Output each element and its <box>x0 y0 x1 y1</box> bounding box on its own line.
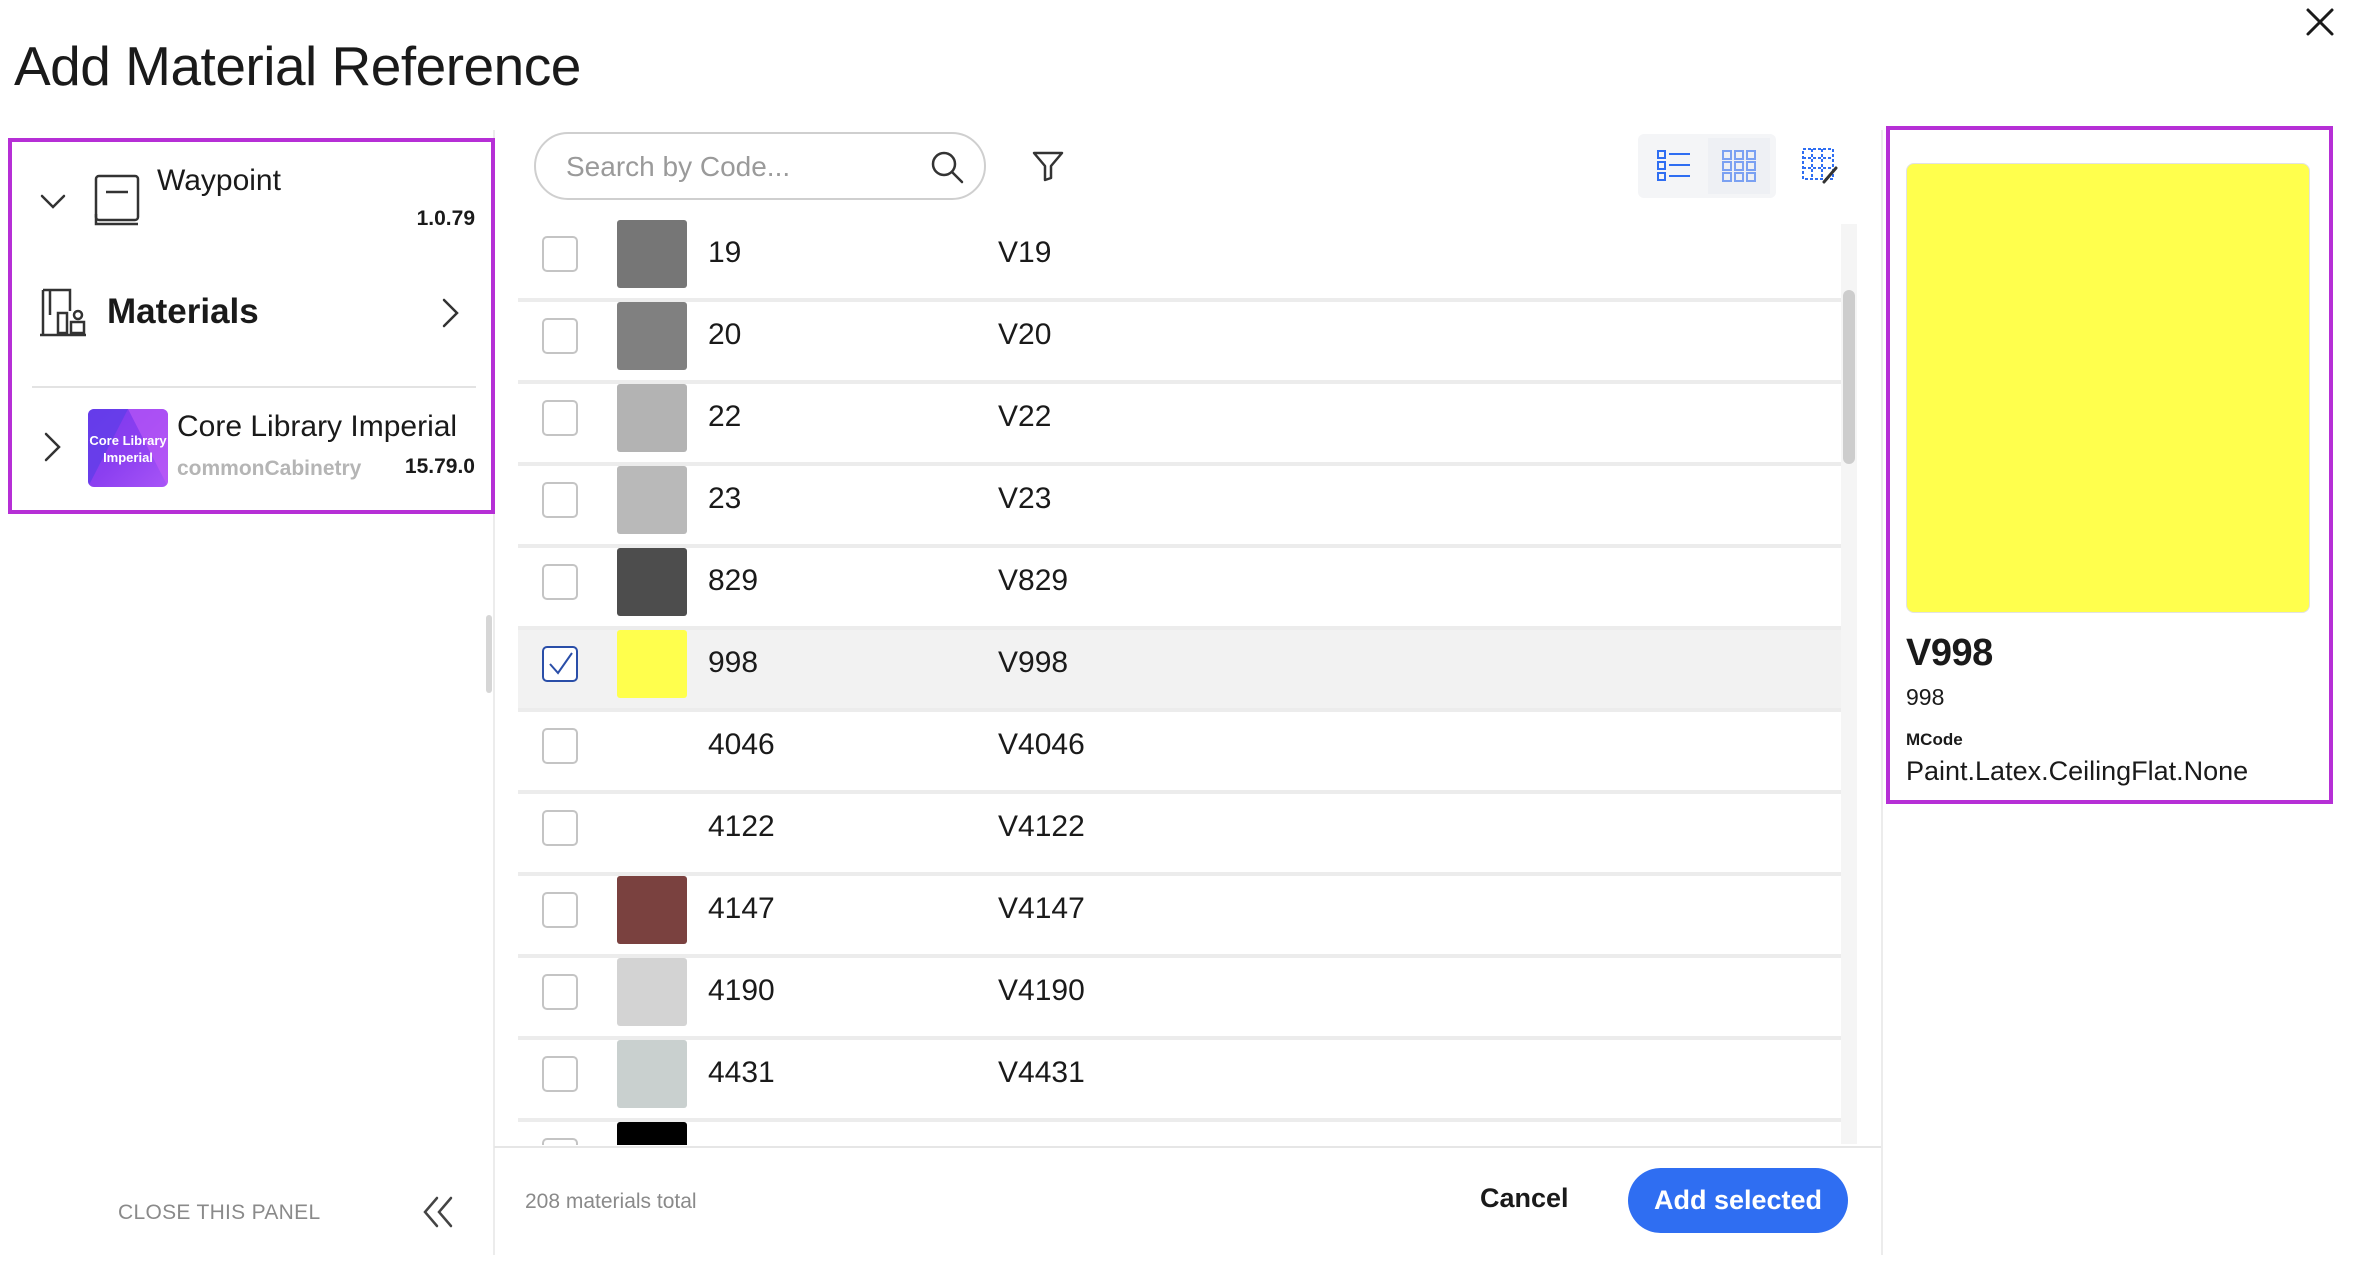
material-code: 23 <box>708 482 742 515</box>
cancel-button[interactable]: Cancel <box>1480 1183 1569 1214</box>
detail-highlight <box>1886 126 2333 804</box>
material-checkbox[interactable] <box>542 318 578 354</box>
material-code: 4046 <box>708 728 775 761</box>
material-vcode: V829 <box>998 564 1069 597</box>
material-row[interactable]: 19 V19 <box>518 220 1841 302</box>
scrollbar-thumb[interactable] <box>1843 290 1855 464</box>
library-highlight <box>8 138 495 514</box>
detail-divider <box>1881 130 1883 1255</box>
search-input[interactable] <box>566 148 906 186</box>
material-row[interactable]: 20 V20 <box>518 302 1841 384</box>
material-vcode: V19 <box>998 236 1052 269</box>
add-selected-button[interactable]: Add selected <box>1628 1168 1848 1233</box>
filter-icon[interactable] <box>1030 148 1066 184</box>
material-row[interactable]: 23 V23 <box>518 466 1841 548</box>
list-view-icon[interactable] <box>1644 138 1706 194</box>
material-row[interactable]: 829 V829 <box>518 548 1841 630</box>
material-code: 4147 <box>708 892 775 925</box>
material-row[interactable]: 4147 V4147 <box>518 876 1841 958</box>
material-checkbox[interactable] <box>542 646 578 682</box>
material-code: 4431 <box>708 1056 775 1089</box>
checkmark-icon <box>549 652 573 675</box>
material-vcode: V4190 <box>998 974 1085 1007</box>
material-checkbox[interactable] <box>542 482 578 518</box>
material-swatch <box>617 1122 687 1145</box>
material-checkbox[interactable] <box>542 810 578 846</box>
search-icon[interactable] <box>928 148 966 186</box>
material-code: 4190 <box>708 974 775 1007</box>
materials-total: 208 materials total <box>525 1190 697 1213</box>
material-swatch <box>617 384 687 452</box>
panel-resize-handle[interactable] <box>486 615 492 693</box>
material-swatch <box>617 794 687 862</box>
double-chevron-left-icon[interactable] <box>420 1194 456 1230</box>
material-row[interactable]: 22 V22 <box>518 384 1841 466</box>
material-vcode: V4147 <box>998 892 1085 925</box>
material-checkbox[interactable] <box>542 564 578 600</box>
material-vcode: V4122 <box>998 810 1085 843</box>
material-vcode: V4431 <box>998 1056 1085 1089</box>
material-swatch <box>617 548 687 616</box>
material-row[interactable] <box>518 1122 1841 1145</box>
material-code: 4122 <box>708 810 775 843</box>
material-row[interactable]: 998 V998 <box>518 630 1841 712</box>
material-checkbox[interactable] <box>542 236 578 272</box>
footer-divider <box>494 1146 1882 1148</box>
custom-view-icon[interactable] <box>1800 146 1840 186</box>
material-swatch <box>617 1040 687 1108</box>
material-row[interactable]: 4122 V4122 <box>518 794 1841 876</box>
close-panel-button[interactable]: CLOSE THIS PANEL <box>118 1201 320 1225</box>
material-swatch <box>617 876 687 944</box>
material-checkbox[interactable] <box>542 728 578 764</box>
dialog-title: Add Material Reference <box>14 35 581 97</box>
material-code: 22 <box>708 400 742 433</box>
material-swatch <box>617 712 687 780</box>
material-checkbox[interactable] <box>542 974 578 1010</box>
material-vcode: V23 <box>998 482 1052 515</box>
view-toggle <box>1638 134 1776 198</box>
material-swatch <box>617 466 687 534</box>
material-checkbox[interactable] <box>542 892 578 928</box>
close-icon[interactable] <box>2300 2 2340 42</box>
material-vcode: V4046 <box>998 728 1085 761</box>
material-vcode: V22 <box>998 400 1052 433</box>
materials-list: 19 V19 20 V20 22 V22 23 V23 829 V829 998 V998 4046 V4… <box>518 220 1841 1145</box>
material-checkbox[interactable] <box>542 1138 578 1145</box>
material-checkbox[interactable] <box>542 1056 578 1092</box>
material-code: 998 <box>708 646 759 679</box>
material-vcode: V998 <box>998 646 1069 679</box>
material-row[interactable]: 4046 V4046 <box>518 712 1841 794</box>
material-code: 20 <box>708 318 742 351</box>
material-vcode: V20 <box>998 318 1052 351</box>
material-row[interactable]: 4190 V4190 <box>518 958 1841 1040</box>
grid-view-icon[interactable] <box>1708 138 1770 194</box>
material-swatch <box>617 630 687 698</box>
material-row[interactable]: 4431 V4431 <box>518 1040 1841 1122</box>
material-code: 19 <box>708 236 742 269</box>
search-box <box>534 132 986 200</box>
material-swatch <box>617 958 687 1026</box>
material-swatch <box>617 302 687 370</box>
material-code: 829 <box>708 564 759 597</box>
material-swatch <box>617 220 687 288</box>
material-checkbox[interactable] <box>542 400 578 436</box>
